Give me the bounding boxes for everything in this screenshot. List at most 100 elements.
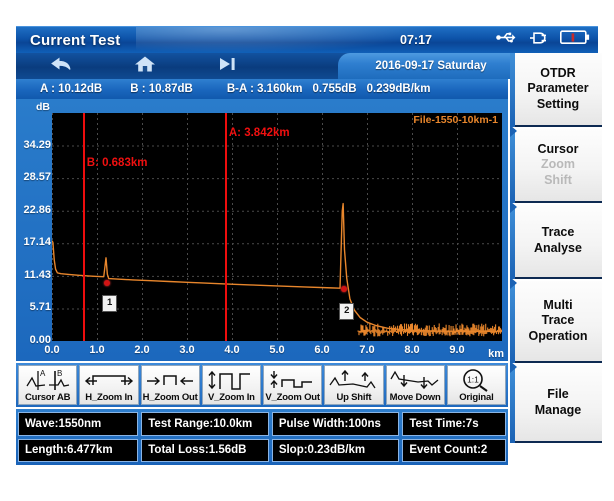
tool-label: Cursor AB [25, 392, 70, 403]
tool-v-zoom-in[interactable]: V_Zoom In [202, 365, 261, 405]
cursor-label-b: B: 0.683km [87, 157, 148, 169]
cursor-line-a[interactable] [225, 113, 227, 341]
status-text: Pulse Width:100ns [279, 418, 381, 430]
cursor-ba-distance: B-A : 3.160km [227, 83, 303, 95]
status-pulse-width: Pulse Width:100ns [272, 412, 400, 436]
menu-label: Zoom [538, 157, 579, 173]
menu-arrow [510, 361, 517, 373]
event-dot-1 [104, 280, 110, 286]
tool-label: Original [459, 392, 493, 403]
tool-h-zoom-in[interactable]: H_Zoom In [79, 365, 138, 405]
y-axis-ticks: 0.005.7111.4317.1422.8628.5734.29 [16, 99, 52, 361]
cursor-info-bar: A : 10.12dB B : 10.87dB B-A : 3.160km 0.… [16, 79, 508, 99]
menu-label: Parameter [527, 81, 588, 97]
otdr-trace-canvas[interactable]: File-1550-10km-1 B: 0.683kmA: 3.842km12 [52, 113, 502, 341]
menu-label: Operation [528, 329, 587, 345]
date-tab: 2016-09-17 Saturday [338, 53, 524, 79]
status-length: Length:6.477km [18, 439, 138, 463]
status-row-1: Wave:1550nm Test Range:10.0km Pulse Width:… [18, 412, 506, 436]
title-gloss [136, 27, 436, 53]
tool-h-zoom-out[interactable]: H_Zoom Out [141, 365, 200, 405]
trace-toolbar: A B Cursor AB H_Zoom In H_Zoom Out V_Zoo… [16, 363, 508, 407]
horizontal-zoom-in-icon [83, 368, 135, 392]
x-tick-label: 6.0 [314, 344, 329, 356]
status-text: Test Time:7s [409, 418, 478, 430]
y-tick-label: 22.86 [23, 204, 51, 216]
status-text: Length:6.477km [25, 444, 113, 456]
menu-label: File [535, 387, 582, 403]
y-tick-label: 34.29 [23, 139, 51, 151]
svg-text:1:1: 1:1 [467, 375, 479, 385]
menu-arrow [510, 201, 517, 213]
menu-rail [510, 281, 515, 363]
title-bar: Current Test 07:17 [16, 26, 598, 53]
menu-label: OTDR [527, 66, 588, 82]
tool-original[interactable]: 1:1 Original [447, 365, 506, 405]
tool-up-shift[interactable]: Up Shift [324, 365, 383, 405]
menu-file-manage[interactable]: FileManage [514, 365, 602, 443]
cursor-line-b[interactable] [83, 113, 85, 341]
cursor-b-value: B : 10.87dB [130, 83, 193, 95]
status-test-range: Test Range:10.0km [141, 412, 269, 436]
status-text: Wave:1550nm [25, 418, 101, 430]
menu-rail [510, 365, 515, 443]
cursor-a-value: A : 10.12dB [40, 83, 102, 95]
event-marker-1[interactable]: 1 [102, 295, 117, 312]
svg-text:B: B [57, 369, 62, 378]
status-slope: Slop:0.23dB/km [272, 439, 400, 463]
y-tick-label: 11.43 [24, 269, 51, 281]
y-tick-label: 5.71 [30, 301, 51, 313]
status-test-time: Test Time:7s [402, 412, 506, 436]
x-tick-label: 5.0 [269, 344, 284, 356]
up-shift-icon [327, 368, 381, 392]
tool-label: Move Down [390, 392, 441, 403]
date-label: 2016-09-17 Saturday [375, 60, 486, 72]
menu-rail [510, 129, 515, 203]
menu-rail [510, 53, 515, 127]
menu-label: Shift [538, 173, 579, 189]
y-tick-label: 28.57 [23, 171, 51, 183]
x-axis-ticks: 0.01.02.03.04.05.06.07.08.09.0 [16, 344, 508, 360]
vertical-zoom-in-icon [206, 368, 256, 392]
status-wave: Wave:1550nm [18, 412, 138, 436]
menu-label: Multi [528, 298, 587, 314]
menu-label: Cursor [538, 142, 579, 158]
x-tick-label: 2.0 [134, 344, 149, 356]
menu-multi-trace-operation[interactable]: MultiTraceOperation [514, 281, 602, 363]
menu-trace-analyse[interactable]: TraceAnalyse [514, 205, 602, 279]
tool-label: V_Zoom In [208, 392, 255, 403]
menu-label: Manage [535, 403, 582, 419]
event-marker-2[interactable]: 2 [339, 303, 354, 320]
status-panel: Wave:1550nm Test Range:10.0km Pulse Width:… [16, 409, 508, 465]
y-tick-label: 17.14 [23, 236, 51, 248]
status-row-2: Length:6.477km Total Loss:1.56dB Slop:0.23… [18, 439, 506, 463]
menu-cursor-zoom-shift[interactable]: CursorZoomShift [514, 129, 602, 203]
nav-icon-group [50, 53, 238, 79]
x-tick-label: 1.0 [89, 344, 104, 356]
menu-label: Setting [527, 97, 588, 113]
menu-arrow [510, 277, 517, 289]
menu-label: Analyse [534, 241, 582, 257]
menu-label: Trace [528, 313, 587, 329]
x-tick-label: 0.0 [44, 344, 59, 356]
menu-rail [510, 205, 515, 279]
x-axis-unit: km [488, 348, 504, 360]
menu-label: Trace [534, 225, 582, 241]
tool-v-zoom-out[interactable]: V_Zoom Out [263, 365, 322, 405]
cursor-loss-value: 0.755dB [313, 83, 357, 95]
play-pause-icon[interactable] [218, 56, 238, 77]
tool-move-down[interactable]: Move Down [386, 365, 445, 405]
right-side-menu: OTDRParameterSettingCursorZoomShiftTrace… [510, 53, 602, 465]
back-arrow-icon[interactable] [50, 56, 72, 77]
menu-otdr-parameter-setting[interactable]: OTDRParameterSetting [514, 53, 602, 127]
battery-icon [560, 30, 590, 50]
status-text: Total Loss:1.56dB [148, 444, 246, 456]
trace-plot-panel: dB 0.005.7111.4317.1422.8628.5734.29 0.0… [16, 99, 508, 361]
status-event-count: Event Count:2 [402, 439, 506, 463]
usb-icon [496, 31, 516, 49]
tool-cursor-ab[interactable]: A B Cursor AB [18, 365, 77, 405]
status-text: Event Count:2 [409, 444, 487, 456]
tool-label: H_Zoom In [85, 392, 132, 403]
home-icon[interactable] [134, 55, 156, 78]
cursor-ab-icon: A B [25, 368, 71, 392]
